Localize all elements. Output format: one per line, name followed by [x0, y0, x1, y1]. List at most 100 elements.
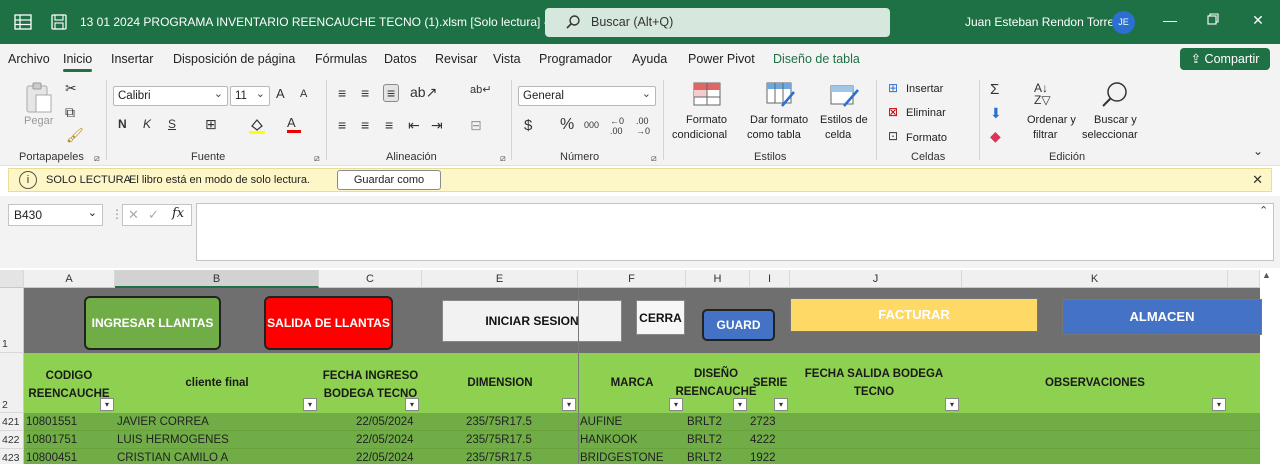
format-cells-label[interactable]: Formato	[906, 132, 947, 144]
tab-datos[interactable]: Datos	[384, 52, 417, 66]
table-row[interactable]: 10800451 CRISTIAN CAMILO A 22/05/2024 23…	[24, 449, 1260, 464]
increase-decimal-icon[interactable]: ←0.00	[610, 116, 624, 137]
bold-button[interactable]: N	[118, 118, 127, 130]
cell-cliente[interactable]: LUIS HERMOGENES	[117, 434, 229, 446]
align-bottom-icon[interactable]: ≡	[383, 84, 400, 102]
user-avatar[interactable]: JE	[1112, 11, 1135, 34]
merge-center-icon[interactable]: ⊟	[470, 118, 482, 132]
col-header-c[interactable]: C	[319, 270, 422, 288]
table-row[interactable]: 10801551 JAVIER CORREA 22/05/2024 235/75…	[24, 413, 1260, 431]
scroll-up-icon[interactable]: ▲	[1262, 270, 1271, 280]
find-label-2[interactable]: seleccionar	[1082, 129, 1138, 141]
cell-styles-label-2[interactable]: celda	[825, 129, 851, 141]
sort-label-2[interactable]: filtrar	[1033, 129, 1057, 141]
delete-cells-icon[interactable]: ⊠	[888, 106, 898, 118]
alignment-launcher-icon[interactable]: ⧄	[500, 153, 506, 164]
cell-styles-label-1[interactable]: Estilos de	[820, 114, 868, 126]
tab-insertar[interactable]: Insertar	[111, 52, 153, 66]
percent-icon[interactable]: %	[560, 117, 574, 133]
ribbon-collapse-icon[interactable]: ⌄	[1253, 145, 1263, 157]
tab-diseno-tabla[interactable]: Diseño de tabla	[773, 52, 860, 66]
cond-format-label-2[interactable]: condicional	[672, 129, 727, 141]
cell-codigo[interactable]: 10801751	[26, 434, 77, 446]
tab-inicio[interactable]: Inicio	[63, 52, 93, 72]
cell-codigo[interactable]: 10800451	[26, 452, 77, 464]
close-window-icon[interactable]: ✕	[1243, 12, 1273, 29]
insert-cells-label[interactable]: Insertar	[906, 83, 943, 95]
cell-cliente[interactable]: JAVIER CORREA	[117, 416, 209, 428]
sort-filter-icon[interactable]: A↓ Z▽	[1034, 82, 1051, 106]
tab-archivo[interactable]: Archivo	[8, 52, 50, 66]
fill-icon[interactable]: ⬇	[990, 106, 1002, 120]
minimize-icon[interactable]: —	[1155, 12, 1185, 28]
formula-input[interactable]	[196, 203, 1274, 261]
shrink-font-icon[interactable]: A	[300, 89, 307, 100]
facturar-button[interactable]: FACTURAR	[790, 298, 1038, 332]
restore-icon[interactable]	[1198, 12, 1228, 28]
tab-revisar[interactable]: Revisar	[435, 52, 477, 66]
cell-serie[interactable]: 1922	[750, 452, 776, 464]
guardar-button[interactable]: GUARD	[702, 309, 775, 341]
save-as-button[interactable]: Guardar como	[337, 170, 441, 190]
table-format-label-1[interactable]: Dar formato	[750, 114, 808, 126]
cell-dimension[interactable]: 235/75R17.5	[466, 452, 532, 464]
clipboard-launcher-icon[interactable]: ⧄	[94, 153, 100, 164]
select-all-corner[interactable]	[0, 270, 24, 288]
paste-label[interactable]: Pegar	[24, 115, 53, 127]
number-format-select[interactable]: General	[518, 85, 656, 106]
col-header-b[interactable]: B	[115, 270, 319, 288]
cancel-icon[interactable]: ✕	[128, 207, 139, 223]
tab-disposicion[interactable]: Disposición de página	[173, 52, 295, 66]
sort-label-1[interactable]: Ordenar y	[1027, 114, 1076, 126]
italic-button[interactable]: K	[143, 118, 151, 130]
autosave-icon[interactable]	[50, 13, 68, 31]
cell-fecha[interactable]: 22/05/2024	[356, 416, 414, 428]
borders-icon[interactable]: ⊞	[205, 117, 217, 131]
align-right-icon[interactable]: ≡	[385, 118, 393, 132]
search-box[interactable]: Buscar (Alt+Q)	[545, 8, 890, 37]
col-header-j[interactable]: J	[790, 270, 962, 288]
font-launcher-icon[interactable]: ⧄	[314, 153, 320, 164]
decrease-decimal-icon[interactable]: .00 →0	[636, 116, 650, 137]
filter-dropdown-icon[interactable]: ▾	[303, 398, 317, 411]
filter-dropdown-icon[interactable]: ▾	[1212, 398, 1226, 411]
salida-llantas-button[interactable]: SALIDA DE LLANTAS	[264, 296, 393, 350]
filter-dropdown-icon[interactable]: ▾	[100, 398, 114, 411]
font-color-button[interactable]: A	[287, 116, 301, 133]
cell-diseno[interactable]: BRLT2	[687, 434, 722, 446]
expand-formula-icon[interactable]: ⌃	[1259, 204, 1268, 217]
ingresar-llantas-button[interactable]: INGRESAR LLANTAS	[84, 296, 221, 350]
row-header-423[interactable]: 423	[0, 449, 24, 464]
number-launcher-icon[interactable]: ⧄	[651, 153, 657, 164]
delete-cells-label[interactable]: Eliminar	[906, 107, 946, 119]
table-row[interactable]: 10801751 LUIS HERMOGENES 22/05/2024 235/…	[24, 431, 1260, 449]
find-label-1[interactable]: Buscar y	[1094, 114, 1137, 126]
cell-cliente[interactable]: CRISTIAN CAMILO A	[117, 452, 228, 464]
table-format-label-2[interactable]: como tabla	[747, 129, 801, 141]
wrap-text-icon[interactable]: ab↵	[470, 85, 491, 96]
conditional-format-icon[interactable]	[693, 82, 721, 106]
filter-dropdown-icon[interactable]: ▾	[562, 398, 576, 411]
format-cells-icon[interactable]: ⊡	[888, 130, 898, 142]
close-icon[interactable]: ✕	[1252, 172, 1263, 188]
filter-dropdown-icon[interactable]: ▾	[945, 398, 959, 411]
align-middle-icon[interactable]: ≡	[361, 86, 369, 100]
font-name-select[interactable]: Calibri	[113, 85, 228, 106]
spreadsheet-grid[interactable]: A B C E F H I J K ▲ 1 2 421 422 423 INGR…	[0, 270, 1280, 464]
name-box[interactable]: B430	[8, 203, 103, 226]
font-size-select[interactable]: 11	[230, 85, 270, 106]
cell-diseno[interactable]: BRLT2	[687, 416, 722, 428]
cell-codigo[interactable]: 10801551	[26, 416, 77, 428]
almacen-button[interactable]: ALMACEN	[1062, 299, 1262, 335]
col-header-f[interactable]: F	[578, 270, 686, 288]
cell-serie[interactable]: 2723	[750, 416, 776, 428]
find-select-icon[interactable]	[1100, 81, 1130, 109]
cell-dimension[interactable]: 235/75R17.5	[466, 434, 532, 446]
tab-formulas[interactable]: Fórmulas	[315, 52, 367, 66]
col-header-i[interactable]: I	[750, 270, 790, 288]
insert-function-icon[interactable]: fx	[172, 206, 184, 221]
row-header-422[interactable]: 422	[0, 431, 24, 449]
filter-dropdown-icon[interactable]: ▾	[774, 398, 788, 411]
col-header-a[interactable]: A	[24, 270, 115, 288]
row-header-1[interactable]: 1	[0, 288, 24, 353]
